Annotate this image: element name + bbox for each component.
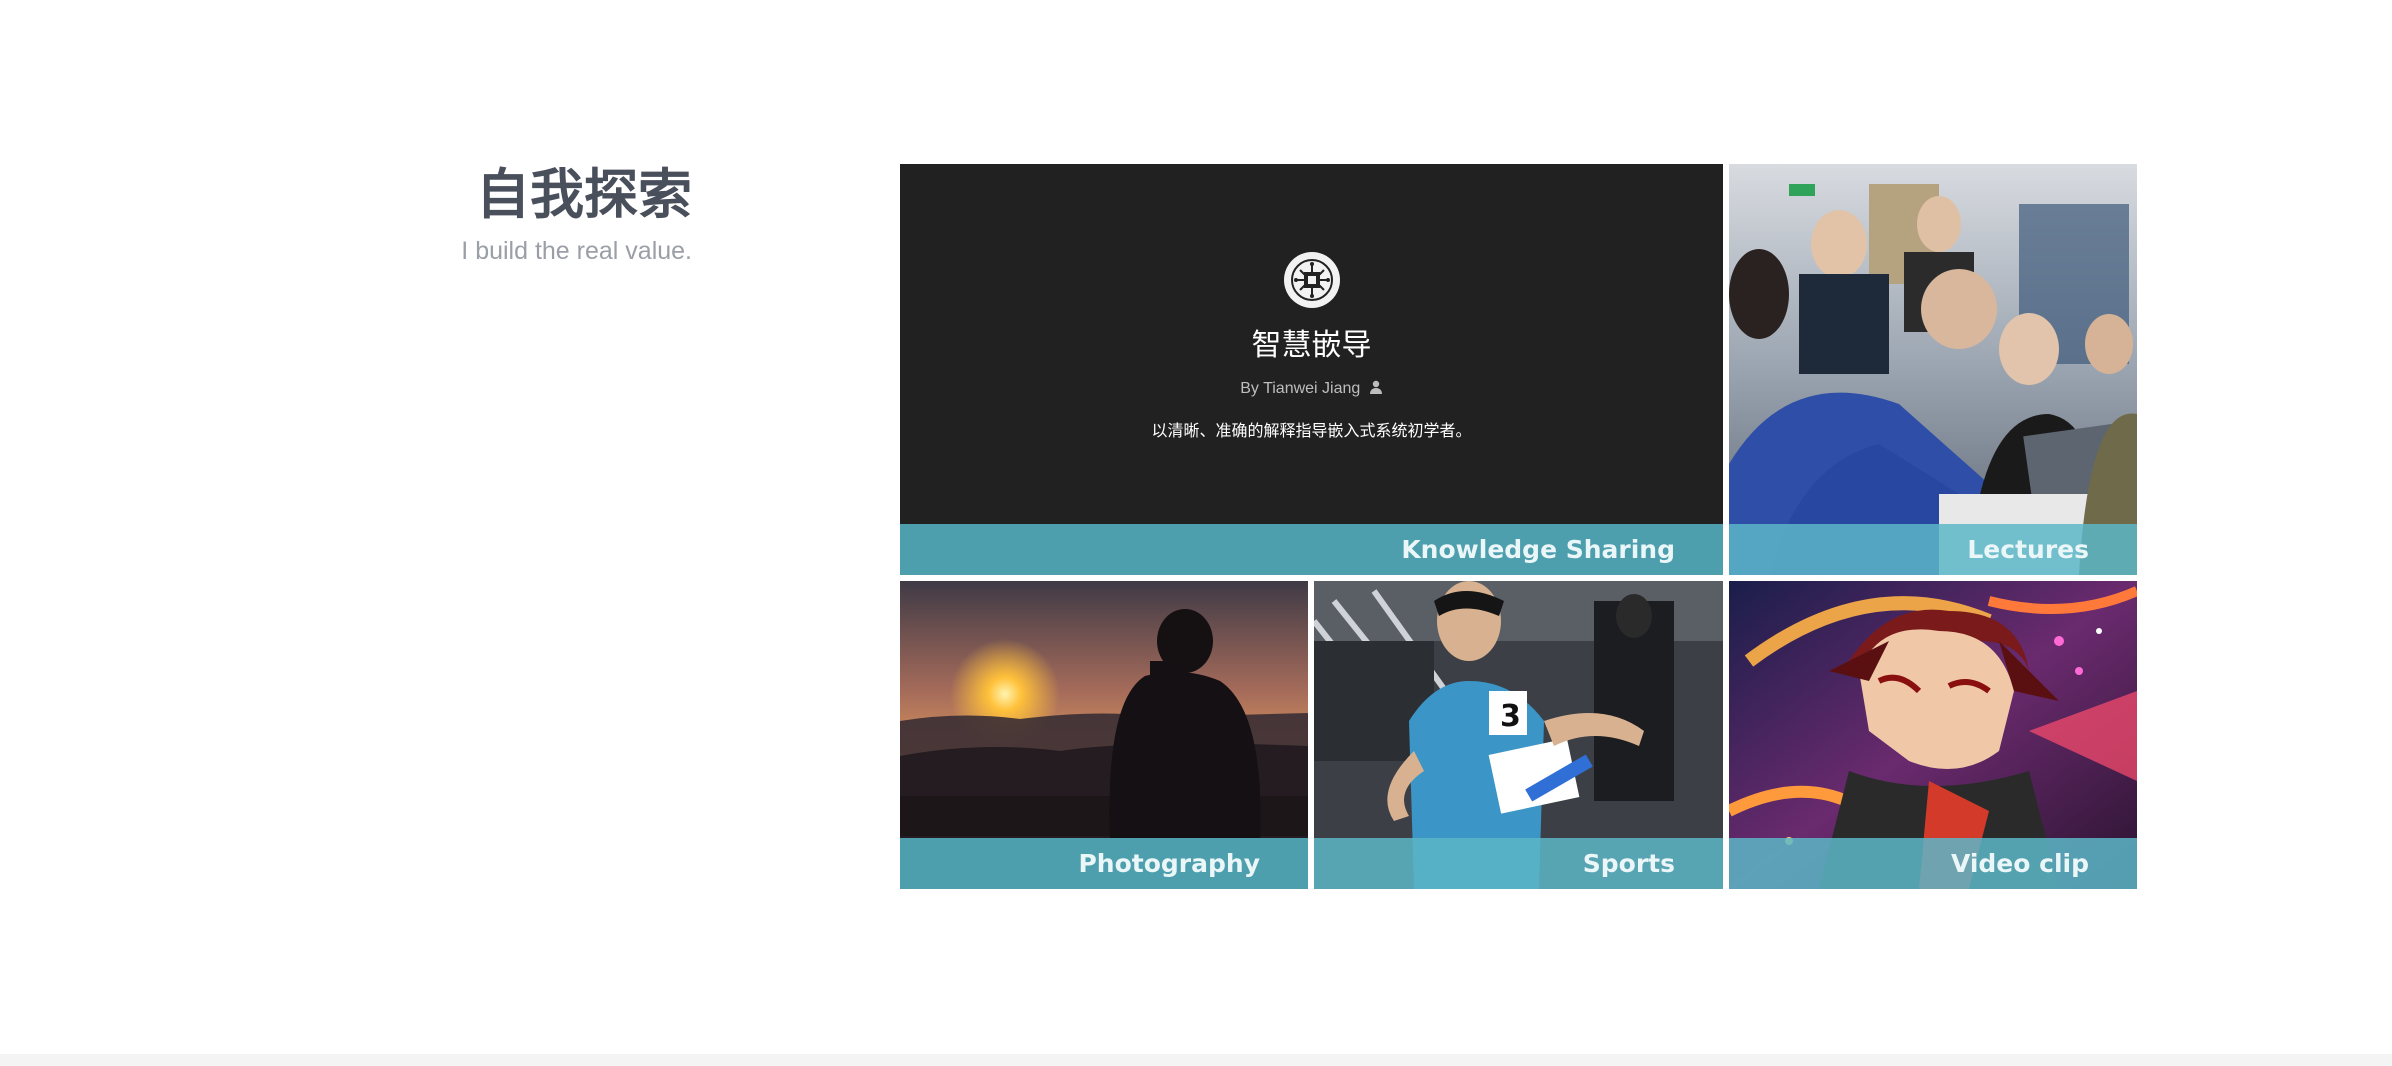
svg-text:3: 3 [1500, 699, 1521, 734]
knowledge-description: 以清晰、准确的解释指导嵌入式系统初学者。 [1151, 421, 1472, 440]
tile-caption: Lectures [1729, 524, 2137, 575]
user-icon [1369, 380, 1382, 394]
circuit-logo-icon [1283, 252, 1340, 308]
knowledge-site-title[interactable]: 智慧嵌导 [900, 320, 1723, 364]
tile-caption: Sports [1314, 838, 1723, 889]
tile-sports[interactable]: 3 Sports [1314, 581, 1723, 889]
tile-video-clip[interactable]: Video clip [1729, 581, 2137, 889]
section-heading: 自我探索 I build the real value. [300, 160, 692, 268]
author-name: By Tianwei Jiang [1240, 380, 1361, 397]
page-subtitle: I build the real value. [461, 237, 692, 265]
lectures-photo [1729, 164, 2137, 575]
tile-lectures[interactable]: Lectures [1729, 164, 2137, 575]
footer-strip [0, 1054, 2392, 1066]
page-title: 自我探索 [476, 163, 692, 226]
page: 自我探索 I build the real value. 智慧嵌导 By Tia… [0, 0, 2392, 1066]
knowledge-preview: 智慧嵌导 By Tianwei Jiang 以清晰、准确的解释指导嵌入式系统初学… [900, 164, 1723, 524]
knowledge-author: By Tianwei Jiang [900, 380, 1723, 398]
tile-caption: Photography [900, 838, 1308, 889]
tile-caption: Video clip [1729, 838, 2137, 889]
tile-photography[interactable]: Photography [900, 581, 1308, 889]
tile-caption: Knowledge Sharing [900, 524, 1723, 575]
tile-knowledge-sharing[interactable]: 智慧嵌导 By Tianwei Jiang 以清晰、准确的解释指导嵌入式系统初学… [900, 164, 1723, 575]
